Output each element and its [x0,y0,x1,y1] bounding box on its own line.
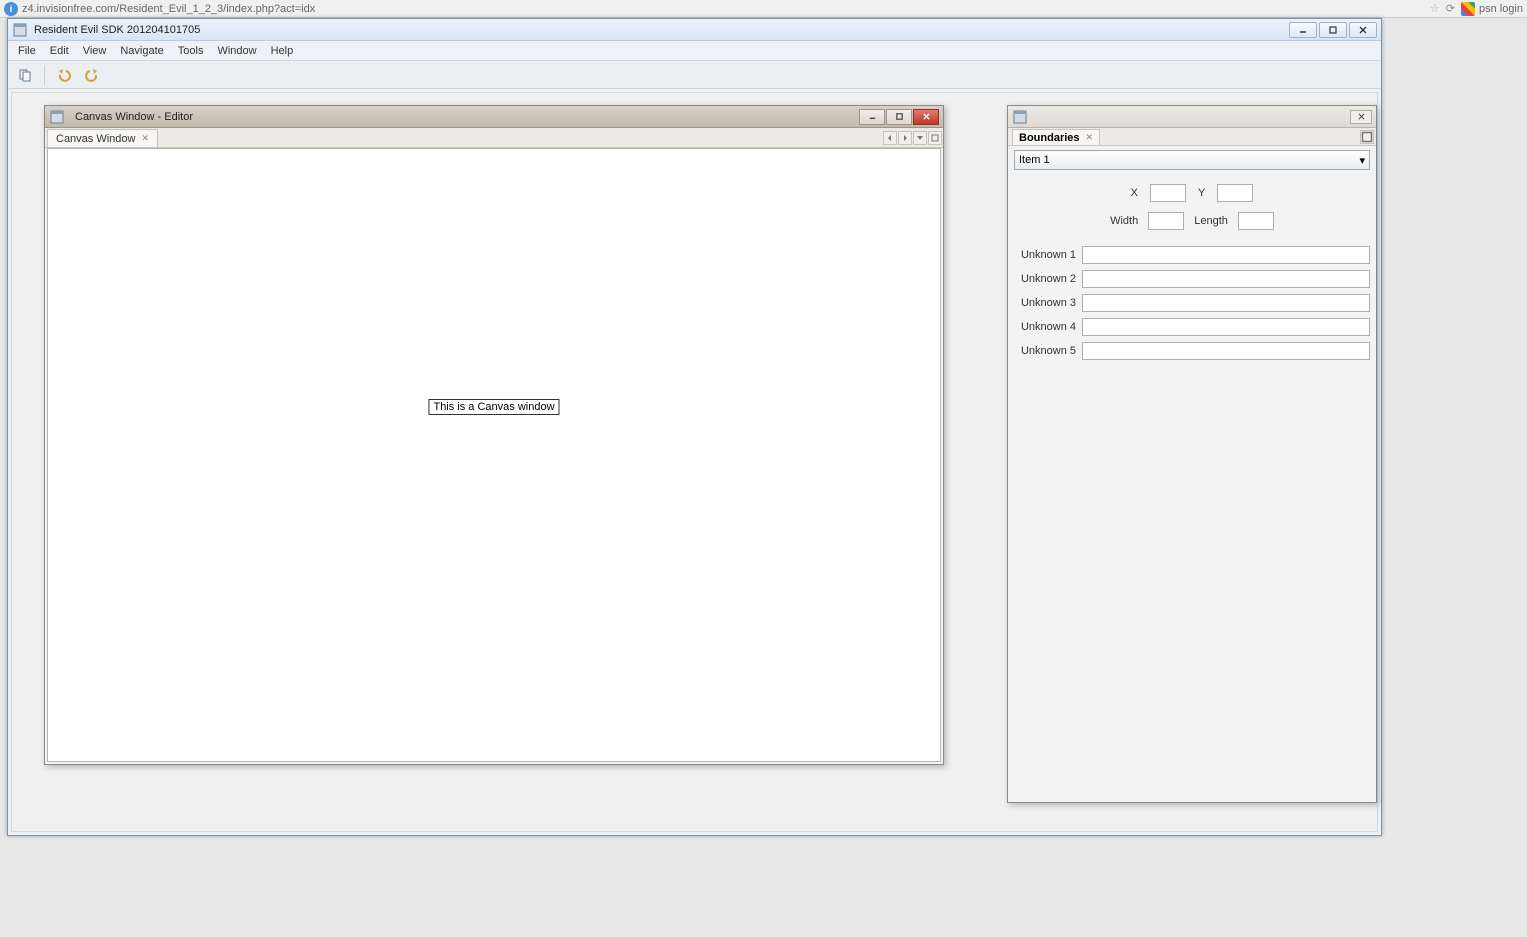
menu-file[interactable]: File [12,43,42,59]
browser-url: z4.invisionfree.com/Resident_Evil_1_2_3/… [22,3,1430,15]
canvas-tabstrip: Canvas Window ✕ [45,128,943,148]
maximize-button[interactable] [1319,22,1347,38]
boundaries-tab-close-icon[interactable]: ✕ [1086,132,1094,143]
unknown-2-label: Unknown 2 [1014,273,1076,285]
chevron-down-icon: ▾ [1359,154,1365,167]
canvas-body[interactable]: This is a Canvas window [47,148,941,762]
properties-body: Item 1 ▾ X Y Width Length Unknown 1 [1008,146,1376,370]
width-label: Width [1110,215,1138,227]
browser-tab-2[interactable]: psn login [1461,2,1523,16]
item-combo[interactable]: Item 1 ▾ [1014,150,1370,170]
menu-bar: File Edit View Navigate Tools Window Hel… [8,41,1381,61]
canvas-tab[interactable]: Canvas Window ✕ [47,129,158,147]
properties-pin-icon[interactable] [1360,130,1374,144]
menu-help[interactable]: Help [265,43,300,59]
unknown-4-row: Unknown 4 [1014,318,1370,336]
canvas-tab-label: Canvas Window [56,133,135,145]
menu-view[interactable]: View [77,43,113,59]
bookmark-star-icon[interactable]: ☆ [1430,2,1440,15]
menu-window[interactable]: Window [211,43,262,59]
browser-favicon: i [4,2,18,16]
toolbar-separator [44,65,45,85]
browser-tab-2-label: psn login [1479,3,1523,15]
canvas-window-controls [859,109,939,125]
cube-icon [1012,109,1028,125]
properties-close-button[interactable] [1350,110,1372,124]
minimize-button[interactable] [1289,22,1317,38]
x-label: X [1131,187,1138,199]
window-controls [1289,22,1377,38]
unknown-4-label: Unknown 4 [1014,321,1076,333]
app-icon [12,22,28,38]
unknown-5-input[interactable] [1082,342,1370,360]
canvas-window-title: Canvas Window - Editor [75,111,859,123]
unknown-3-label: Unknown 3 [1014,297,1076,309]
app-window: Resident Evil SDK 201204101705 File Edit… [7,18,1382,836]
undo-button[interactable] [53,64,75,86]
properties-tabstrip: Boundaries ✕ [1008,128,1376,146]
google-icon [1461,2,1475,16]
unknown-1-row: Unknown 1 [1014,246,1370,264]
canvas-placeholder-label: This is a Canvas window [428,399,559,415]
unknown-5-label: Unknown 5 [1014,345,1076,357]
client-area: Canvas Window - Editor Canvas Window ✕ [11,92,1378,832]
item-combo-value: Item 1 [1019,154,1050,166]
close-button[interactable] [1349,22,1377,38]
unknown-3-input[interactable] [1082,294,1370,312]
unknown-2-input[interactable] [1082,270,1370,288]
tab-scroll-right-icon[interactable] [898,131,912,145]
menu-edit[interactable]: Edit [44,43,75,59]
wl-row: Width Length [1014,212,1370,240]
xy-row: X Y [1014,180,1370,206]
unknown-4-input[interactable] [1082,318,1370,336]
properties-panel: Boundaries ✕ Item 1 ▾ X Y Width [1007,105,1377,803]
canvas-minimize-button[interactable] [859,109,885,125]
y-label: Y [1198,187,1205,199]
canvas-close-button[interactable] [913,109,939,125]
menu-navigate[interactable]: Navigate [114,43,169,59]
length-input[interactable] [1238,212,1274,230]
canvas-window: Canvas Window - Editor Canvas Window ✕ [44,105,944,765]
browser-tab-strip: i z4.invisionfree.com/Resident_Evil_1_2_… [0,0,1527,18]
app-titlebar[interactable]: Resident Evil SDK 201204101705 [8,19,1381,41]
canvas-tab-close-icon[interactable]: ✕ [141,133,149,144]
menu-tools[interactable]: Tools [172,43,210,59]
length-label: Length [1194,215,1228,227]
toolbar-copy-button[interactable] [14,64,36,86]
tab-scroll-left-icon[interactable] [883,131,897,145]
y-input[interactable] [1217,184,1253,202]
unknown-1-label: Unknown 1 [1014,249,1076,261]
boundaries-tab-label: Boundaries [1019,132,1080,144]
unknown-5-row: Unknown 5 [1014,342,1370,360]
redo-button[interactable] [81,64,103,86]
canvas-window-titlebar[interactable]: Canvas Window - Editor [45,106,943,128]
toolbar [8,61,1381,89]
unknown-3-row: Unknown 3 [1014,294,1370,312]
tab-dropdown-icon[interactable] [913,131,927,145]
x-input[interactable] [1150,184,1186,202]
width-input[interactable] [1148,212,1184,230]
unknown-1-input[interactable] [1082,246,1370,264]
properties-titlebar[interactable] [1008,106,1376,128]
tab-maximize-icon[interactable] [928,131,942,145]
cube-icon [49,109,65,125]
unknown-2-row: Unknown 2 [1014,270,1370,288]
boundaries-tab[interactable]: Boundaries ✕ [1012,129,1100,145]
reload-icon[interactable]: ⟳ [1446,2,1455,15]
canvas-maximize-button[interactable] [886,109,912,125]
app-title: Resident Evil SDK 201204101705 [34,24,1289,36]
